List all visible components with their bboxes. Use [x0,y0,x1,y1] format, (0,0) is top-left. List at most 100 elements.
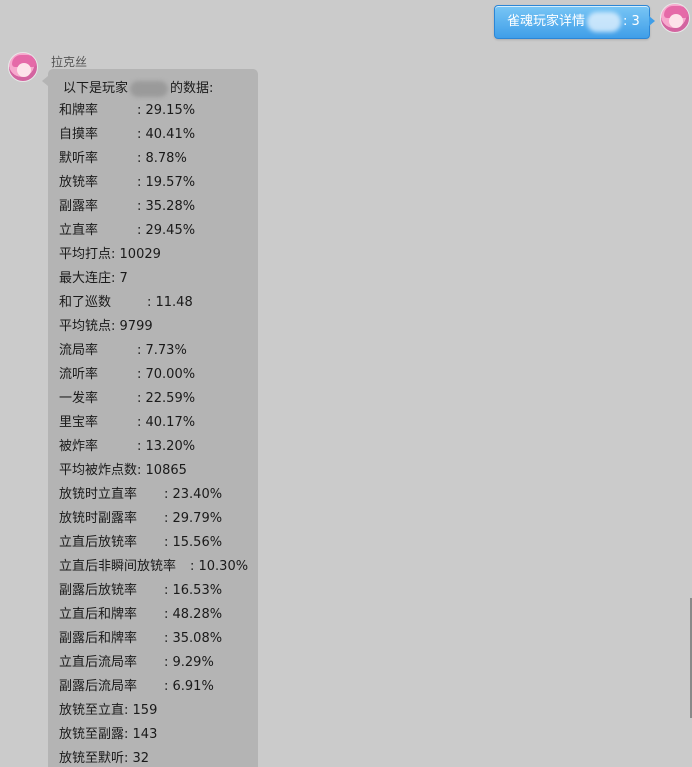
stat-value: : 16.53% [164,583,223,598]
stat-value: : 29.45% [137,223,196,238]
intro-suffix: 的数据: [170,81,214,96]
stat-row: 最大连庄: 7 [59,267,258,291]
chat-window: 雀魂玩家详情 : 3 拉克丝 以下是玩家 的数据: 和牌率 : 29.15% 自摸率:… [0,0,692,767]
stat-value: : 35.28% [137,199,196,214]
stat-label: 立直后流局率 [59,655,138,670]
stat-row: 副露后放铳率 : 16.53% [59,579,258,603]
stat-value: : 9799 [111,319,153,334]
stat-label: 副露率 [59,199,99,214]
stat-value: : 23.40% [164,487,223,502]
stat-row: 立直率 : 29.45% [59,219,258,243]
stat-value: : 15.56% [164,535,223,550]
stat-value: : 9.29% [164,655,214,670]
stat-label: 和牌率 [59,103,99,118]
stat-label: 平均铳点 [59,319,112,334]
stat-label: 副露后和牌率 [59,631,138,646]
sender-name: 拉克丝 [51,55,88,69]
stat-label: 放铳至默听 [59,751,125,766]
stat-value: : 70.00% [137,367,196,382]
stat-row: 默听率 : 8.78% [59,147,258,171]
stat-value: : 10029 [111,247,161,262]
stat-value: : 7 [111,271,128,286]
outgoing-message-text: 雀魂玩家详情 [507,14,586,29]
stat-label: 平均被炸点数 [59,463,138,478]
stat-label: 放铳时副露率 [59,511,138,526]
self-avatar[interactable] [660,3,690,33]
stat-label: 放铳至副露 [59,727,125,742]
bot-avatar[interactable] [8,52,38,82]
stat-value: : 8.78% [137,151,187,166]
stat-value: : 159 [124,703,158,718]
stat-row: 放铳时立直率 : 23.40% [59,483,258,507]
stat-label: 一发率 [59,391,99,406]
stat-value: : 40.41% [137,127,196,142]
incoming-message-bubble[interactable]: 以下是玩家 的数据: 和牌率 : 29.15% 自摸率 : 40.41% 默听率 : 8… [48,69,258,767]
stat-label: 放铳率 [59,175,99,190]
stat-label: 里宝率 [59,415,99,430]
stat-label: 和了巡数 [59,295,112,310]
stat-value: : 143 [124,727,158,742]
stat-row: 立直后放铳率 : 15.56% [59,531,258,555]
stat-row: 里宝率 : 40.17% [59,411,258,435]
stat-value: : 11.48 [147,295,193,310]
stat-label: 立直率 [59,223,99,238]
stat-label: 流听率 [59,367,99,382]
stat-value: : 22.59% [137,391,196,406]
stat-label: 立直后放铳率 [59,535,138,550]
stat-row: 自摸率 : 40.41% [59,123,258,147]
stat-row: 平均打点: 10029 [59,243,258,267]
stat-value: : 13.20% [137,439,196,454]
avatar-face-shape [17,63,31,77]
stat-row: 放铳至副露: 143 [59,723,258,747]
stat-value: : 10865 [137,463,187,478]
stat-value: : 29.15% [137,103,196,118]
stat-value: : 35.08% [164,631,223,646]
stat-row: 和牌率 : 29.15% [59,99,258,123]
stat-value: : 7.73% [137,343,187,358]
stat-row: 流局率 : 7.73% [59,339,258,363]
stat-row: 一发率 : 22.59% [59,387,258,411]
stat-row: 和了巡数 : 11.48 [59,291,258,315]
stat-row: 副露后流局率 : 6.91% [59,675,258,699]
outgoing-bubble-tail [649,16,655,26]
intro-text: 以下是玩家 [63,81,129,96]
stat-row: 放铳率 : 19.57% [59,171,258,195]
stat-value: : 6.91% [164,679,214,694]
stat-label: 自摸率 [59,127,99,142]
stat-row: 被炸率 : 13.20% [59,435,258,459]
stat-row: 立直后非瞬间放铳率 : 10.30% [59,555,258,579]
stat-row: 副露率 : 35.28% [59,195,258,219]
stat-value: : 40.17% [137,415,196,430]
stat-value: : 29.79% [164,511,223,526]
stat-row: 流听率 : 70.00% [59,363,258,387]
stat-row: 平均被炸点数: 10865 [59,459,258,483]
redacted-player-name [130,80,169,97]
stat-label: 立直后非瞬间放铳率 [59,559,177,574]
outgoing-message-suffix: : 3 [623,14,640,29]
stat-row: 平均铳点: 9799 [59,315,258,339]
stat-row: 放铳至立直: 159 [59,699,258,723]
stat-value: : 48.28% [164,607,223,622]
stat-label: 最大连庄 [59,271,112,286]
stat-label: 立直后和牌率 [59,607,138,622]
stat-label: 放铳至立直 [59,703,125,718]
stat-row: 放铳时副露率 : 29.79% [59,507,258,531]
outgoing-message-bubble[interactable]: 雀魂玩家详情 : 3 [494,5,650,39]
stat-row: 立直后和牌率 : 48.28% [59,603,258,627]
stat-label: 默听率 [59,151,99,166]
stat-label: 副露后放铳率 [59,583,138,598]
stat-row: 副露后和牌率 : 35.08% [59,627,258,651]
stat-row: 立直后流局率 : 9.29% [59,651,258,675]
stat-value: : 10.30% [190,559,249,574]
redacted-name-blur [587,11,622,32]
stat-value: : 19.57% [137,175,196,190]
stat-label: 副露后流局率 [59,679,138,694]
stat-label: 被炸率 [59,439,99,454]
stat-label: 放铳时立直率 [59,487,138,502]
stat-value: : 32 [124,751,150,766]
intro-line: 以下是玩家 的数据: [59,79,258,99]
avatar-face-shape [669,14,683,28]
stat-label: 流局率 [59,343,99,358]
stat-label: 平均打点 [59,247,112,262]
stat-row: 放铳至默听: 32 [59,747,258,767]
